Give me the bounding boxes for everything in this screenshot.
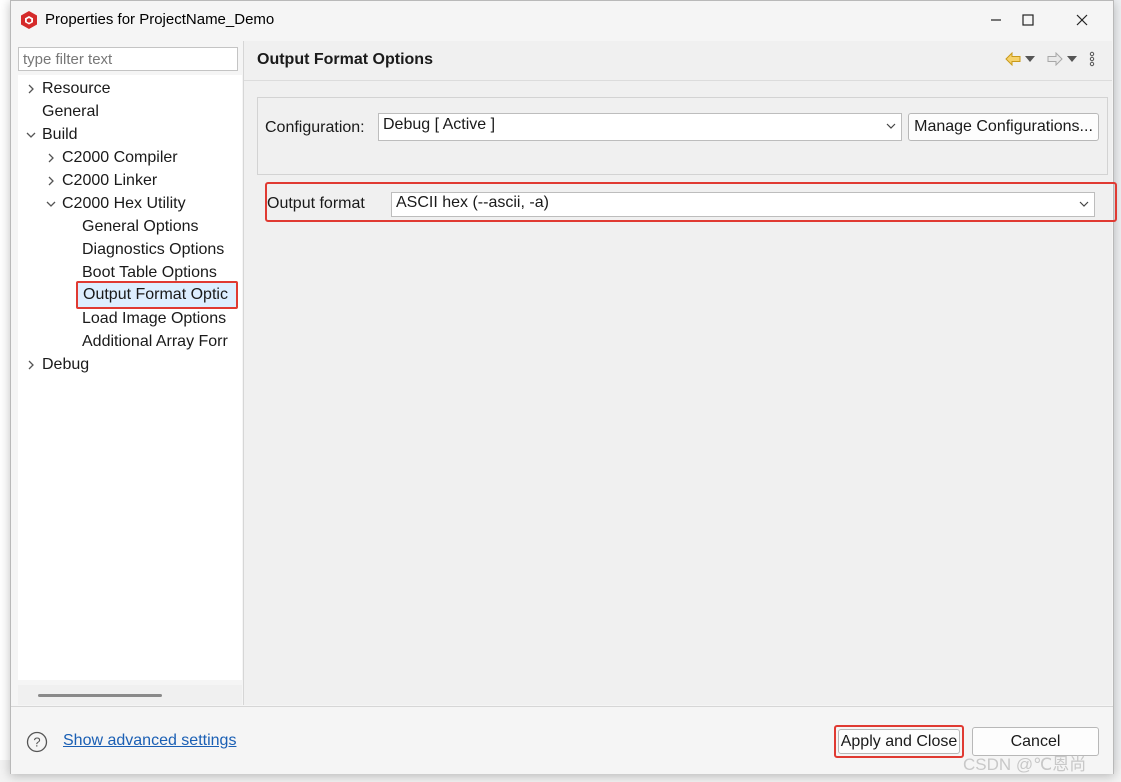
configuration-value: Debug [ Active ] [383,116,496,133]
close-button[interactable] [1059,1,1105,39]
help-icon[interactable]: ? [26,731,48,753]
watermark: CSDN @℃恩尚 [963,755,1087,774]
dropdown-triangle-icon [1025,56,1035,62]
tree-item-label: C2000 Hex Utility [62,195,186,212]
tree-item-label: C2000 Linker [62,172,158,189]
tree-item-label: Build [42,126,78,143]
chevron-right-icon[interactable] [44,170,58,192]
chevron-down-icon[interactable] [44,193,58,215]
tree-item-c2000-compiler[interactable]: C2000 Compiler [44,147,234,169]
back-history-dropdown[interactable] [1024,49,1036,69]
forward-history-dropdown[interactable] [1066,49,1078,69]
tree-item-c2000-hex-utility[interactable]: C2000 Hex Utility [44,193,234,215]
chevron-down-icon [886,123,896,129]
chevron-down-icon [1079,201,1089,207]
tree-item-general[interactable]: General [24,101,234,123]
tree-item-resource[interactable]: Resource [24,78,234,100]
configuration-group: Configuration: Debug [ Active ] Manage C… [257,97,1108,175]
chevron-right-icon[interactable] [24,78,38,100]
close-icon [1076,14,1088,26]
dialog-button-bar: ? Show advanced settings Apply and Close… [11,706,1113,774]
tree-item-label: General Options [82,218,199,235]
output-format-label: Output format [267,195,365,212]
kebab-menu-icon [1089,51,1095,67]
output-format-select[interactable]: ASCII hex (--ascii, -a) [391,192,1095,217]
tree-item-label: Diagnostics Options [82,241,225,258]
output-format-value: ASCII hex (--ascii, -a) [396,194,549,211]
chevron-right-icon[interactable] [44,147,58,169]
forward-arrow-icon [1047,52,1063,66]
title-separator [244,80,1112,81]
tree-item-label: Additional Array Forr [82,333,228,350]
tree-item-label: General [42,103,99,120]
tree-item-load-image-options[interactable]: Load Image Options [82,308,242,330]
tree-item-output-format-options[interactable]: Output Format Optic [76,281,238,309]
properties-dialog: Properties for ProjectName_Demo Resource… [10,0,1117,774]
maximize-icon [1022,14,1034,26]
apply-and-close-button[interactable]: Apply and Close [838,729,960,754]
view-menu-button[interactable] [1086,49,1098,69]
ccs-app-icon [21,11,37,29]
tree-item-label: C2000 Compiler [62,149,178,166]
chevron-right-icon[interactable] [24,354,38,376]
tree-item-general-options[interactable]: General Options [82,216,242,238]
tree-item-label: Resource [42,80,111,97]
page-title: Output Format Options [257,51,433,68]
minimize-icon [991,19,1001,21]
window-title: Properties for ProjectName_Demo [45,11,275,28]
show-advanced-settings-link[interactable]: Show advanced settings [63,732,236,750]
forward-button[interactable] [1046,49,1064,69]
dropdown-triangle-icon [1067,56,1077,62]
manage-configurations-button[interactable]: Manage Configurations... [908,113,1099,141]
back-button[interactable] [1004,49,1022,69]
tree-item-debug[interactable]: Debug [24,354,234,376]
tree-item-additional-array-format[interactable]: Additional Array Forr [82,331,242,353]
title-bar: Properties for ProjectName_Demo [11,1,1113,39]
tree-item-c2000-linker[interactable]: C2000 Linker [44,170,234,192]
svg-text:?: ? [33,735,40,750]
configuration-select[interactable]: Debug [ Active ] [378,113,902,141]
property-tree: Resource General Build C2000 Compiler C2… [18,75,242,680]
tree-item-label: Load Image Options [82,310,227,327]
tree-item-label: Output Format Optic [83,286,228,303]
tree-item-diagnostics-options[interactable]: Diagnostics Options [82,239,242,261]
chevron-down-icon[interactable] [24,124,38,146]
maximize-button[interactable] [1005,1,1051,39]
tree-item-build[interactable]: Build [24,124,234,146]
back-arrow-icon [1005,52,1021,66]
filter-input[interactable] [18,47,238,71]
scrollbar-thumb[interactable] [38,694,162,697]
tree-horizontal-scrollbar[interactable] [18,685,242,705]
settings-page: Output Format Options Configuration: Deb… [244,41,1117,705]
tree-item-label: Debug [42,356,90,373]
configuration-label: Configuration: [265,119,365,136]
